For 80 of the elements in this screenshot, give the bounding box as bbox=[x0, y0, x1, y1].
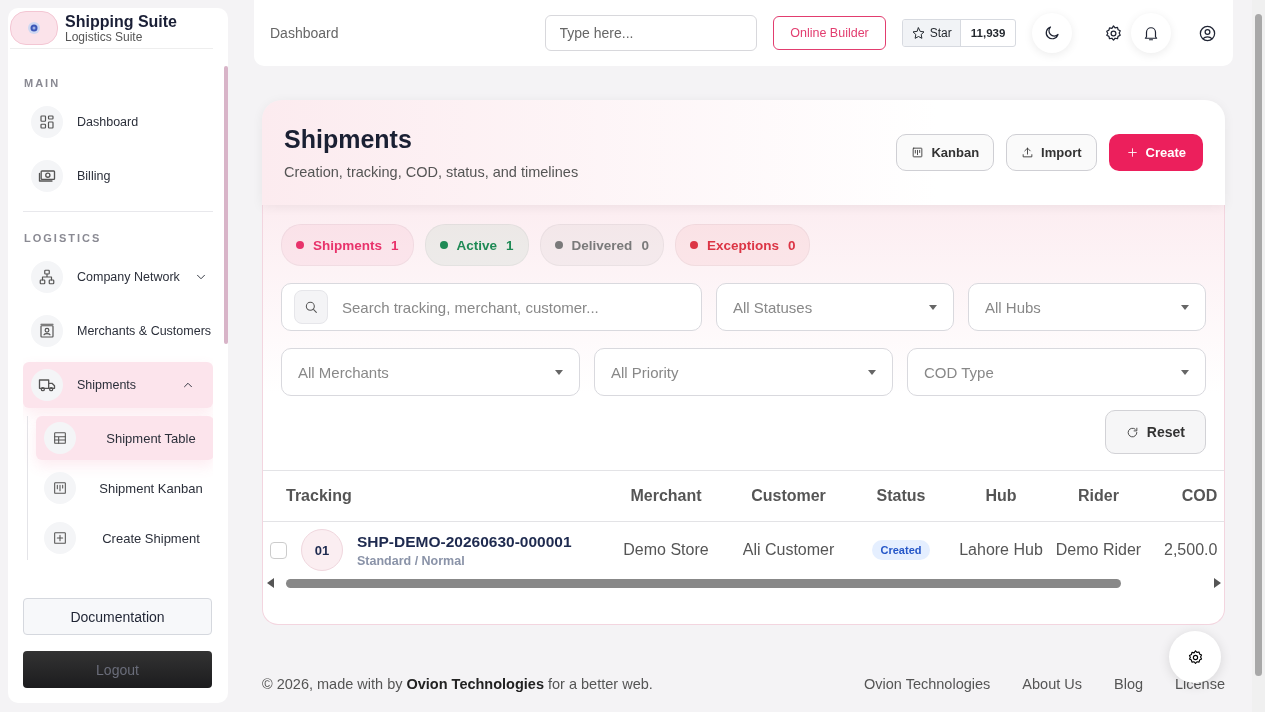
sidebar-item[interactable]: Shipments bbox=[23, 362, 213, 408]
kanban-icon bbox=[911, 146, 925, 159]
star-count: 11,939 bbox=[969, 26, 1007, 41]
hierarchy-icon bbox=[38, 268, 56, 286]
online-builder-button[interactable]: Online Builder bbox=[773, 16, 886, 50]
gear-icon bbox=[1104, 23, 1124, 43]
sidebar-item[interactable]: Merchants & Customers bbox=[23, 308, 213, 354]
account-button[interactable] bbox=[1198, 23, 1217, 43]
sidebar-subitem[interactable]: Create Shipment bbox=[36, 516, 213, 560]
scroll-left-icon[interactable] bbox=[267, 578, 275, 588]
filter-dropdown[interactable]: All Merchants bbox=[281, 348, 580, 396]
row-index: 01 bbox=[301, 529, 343, 571]
star-icon bbox=[910, 25, 926, 41]
plus-icon bbox=[1125, 146, 1139, 159]
column-header: Status bbox=[875, 487, 927, 505]
theme-toggle-button[interactable] bbox=[1032, 13, 1073, 53]
sidebar-scrollbar[interactable] bbox=[224, 66, 228, 344]
sidebar-item[interactable]: Company Network bbox=[23, 254, 213, 300]
notifications-button[interactable] bbox=[1131, 13, 1171, 53]
search-field[interactable]: Type here... bbox=[544, 15, 758, 51]
filter-dropdown[interactable]: All Hubs bbox=[968, 283, 1206, 331]
gear-icon bbox=[1186, 648, 1204, 666]
kanban-icon bbox=[52, 480, 68, 496]
stat-pill[interactable]: Delivered 0 bbox=[539, 224, 664, 266]
search-icon bbox=[303, 299, 319, 315]
contact-card-icon bbox=[38, 322, 56, 340]
moon-icon bbox=[1043, 24, 1062, 42]
table-cell-text: Lahore Hub bbox=[958, 541, 1044, 559]
column-header: Customer bbox=[750, 487, 827, 505]
table-cell-text: Demo Rider bbox=[1054, 541, 1143, 559]
settings-button[interactable] bbox=[1104, 23, 1124, 43]
sidebar-subitem[interactable]: Shipment Kanban bbox=[36, 466, 213, 510]
section-heading: MAIN bbox=[24, 77, 61, 89]
star-counter[interactable]: Star 11,939 bbox=[901, 19, 1017, 47]
page-scrollbar[interactable] bbox=[1252, 0, 1265, 712]
sidebar-item[interactable]: Dashboard bbox=[23, 99, 213, 145]
service-level: Standard / Normal bbox=[357, 553, 466, 568]
table-icon bbox=[52, 430, 68, 446]
refresh-icon bbox=[1125, 425, 1139, 439]
scroll-right-icon[interactable] bbox=[1214, 578, 1222, 588]
table-cell-text: 2,500.0 bbox=[1163, 541, 1219, 559]
footer-link[interactable]: Blog bbox=[1114, 676, 1143, 692]
reset-button[interactable]: Reset bbox=[1104, 410, 1206, 454]
stat-pill[interactable]: Active 1 bbox=[424, 224, 529, 266]
documentation-button[interactable]: Documentation bbox=[23, 598, 212, 635]
filter-dropdown[interactable]: All Statuses bbox=[716, 283, 954, 331]
row-checkbox[interactable] bbox=[270, 541, 287, 559]
footer-link[interactable]: Ovion Technologies bbox=[864, 676, 991, 692]
create-button[interactable]: Create bbox=[1108, 134, 1203, 171]
logo-icon bbox=[10, 11, 58, 45]
column-header: Tracking bbox=[285, 487, 353, 505]
sidebar-subitem[interactable]: Shipment Table bbox=[36, 416, 213, 460]
page-subtitle: Creation, tracking, COD, status, and timelines bbox=[284, 164, 580, 180]
dashboard-icon bbox=[38, 113, 56, 131]
column-header: Rider bbox=[1077, 487, 1120, 505]
table-cell-text: Ali Customer bbox=[741, 541, 836, 559]
search-bar[interactable]: Search tracking, merchant, customer... bbox=[281, 283, 702, 331]
filter-dropdown[interactable]: All Priority bbox=[594, 348, 893, 396]
table-cell-text: Demo Store bbox=[622, 541, 710, 559]
upload-icon bbox=[1021, 146, 1035, 159]
kanban-button[interactable]: Kanban bbox=[896, 134, 995, 171]
breadcrumb: Dashboard bbox=[270, 25, 340, 41]
import-button[interactable]: Import bbox=[1006, 134, 1097, 171]
stat-pill[interactable]: Exceptions 0 bbox=[674, 224, 811, 266]
footer-link[interactable]: About Us bbox=[1022, 676, 1082, 692]
page-title: Shipments bbox=[284, 125, 413, 154]
brand-title: Shipping Suite bbox=[65, 12, 177, 31]
sidebar-item[interactable]: Billing bbox=[23, 153, 213, 199]
tracking-number[interactable]: SHP-DEMO-20260630-000001 bbox=[357, 532, 572, 551]
filter-dropdown[interactable]: COD Type bbox=[907, 348, 1206, 396]
plus-square-icon bbox=[52, 530, 68, 546]
copyright-text: © 2026, made with by Ovion Technologies for a better web. bbox=[262, 676, 653, 692]
brand-subtitle: Logistics Suite bbox=[65, 30, 144, 44]
status-badge: Created bbox=[871, 540, 931, 560]
user-icon bbox=[1198, 23, 1217, 43]
column-header: Merchant bbox=[629, 487, 703, 505]
star-button[interactable]: Star bbox=[902, 20, 961, 46]
column-header: COD bbox=[1180, 487, 1219, 505]
column-header: Hub bbox=[984, 487, 1018, 505]
section-heading: LOGISTICS bbox=[24, 232, 102, 244]
